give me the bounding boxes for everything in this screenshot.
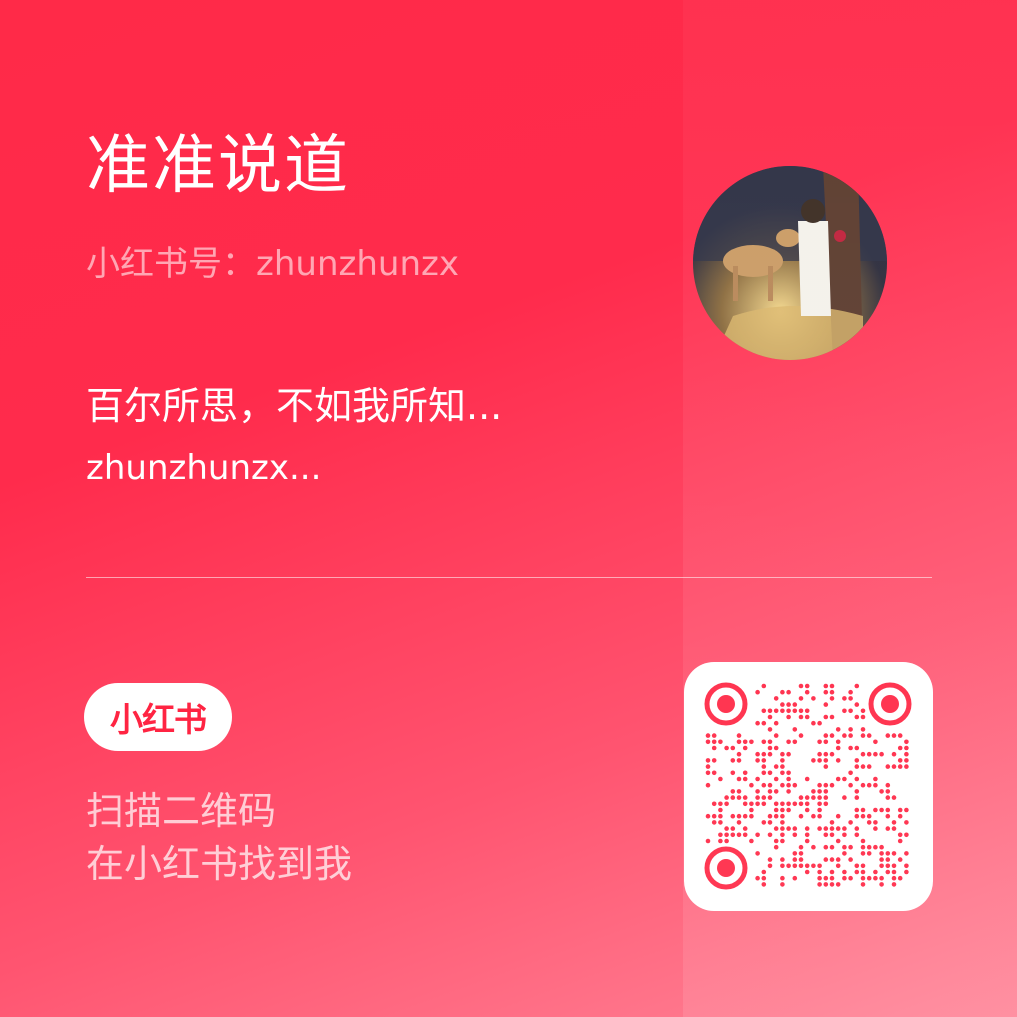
- scan-hint-line-1: 扫描二维码: [86, 789, 277, 833]
- profile-share-card: 准准说道 小红书号：zhunzhunzx 百尔所思，不如我所知... zhunz…: [0, 0, 1017, 1017]
- avatar[interactable]: [693, 166, 887, 360]
- section-divider: [86, 577, 932, 578]
- profile-name: 准准说道: [86, 129, 350, 203]
- bio-line-2: zhunzhunzx...: [86, 448, 322, 488]
- bio-line-1: 百尔所思，不如我所知...: [86, 384, 503, 428]
- account-id-row: 小红书号：zhunzhunzx: [86, 236, 459, 292]
- qr-code-card[interactable]: [684, 662, 933, 911]
- scan-hint-line-2: 在小红书找到我: [86, 842, 353, 886]
- avatar-illustration: [693, 166, 887, 360]
- brand-logo: 小红书: [84, 683, 232, 751]
- qr-code-icon: [704, 682, 912, 890]
- account-id: zhunzhunzx: [256, 244, 459, 284]
- account-label: 小红书号：: [86, 244, 256, 284]
